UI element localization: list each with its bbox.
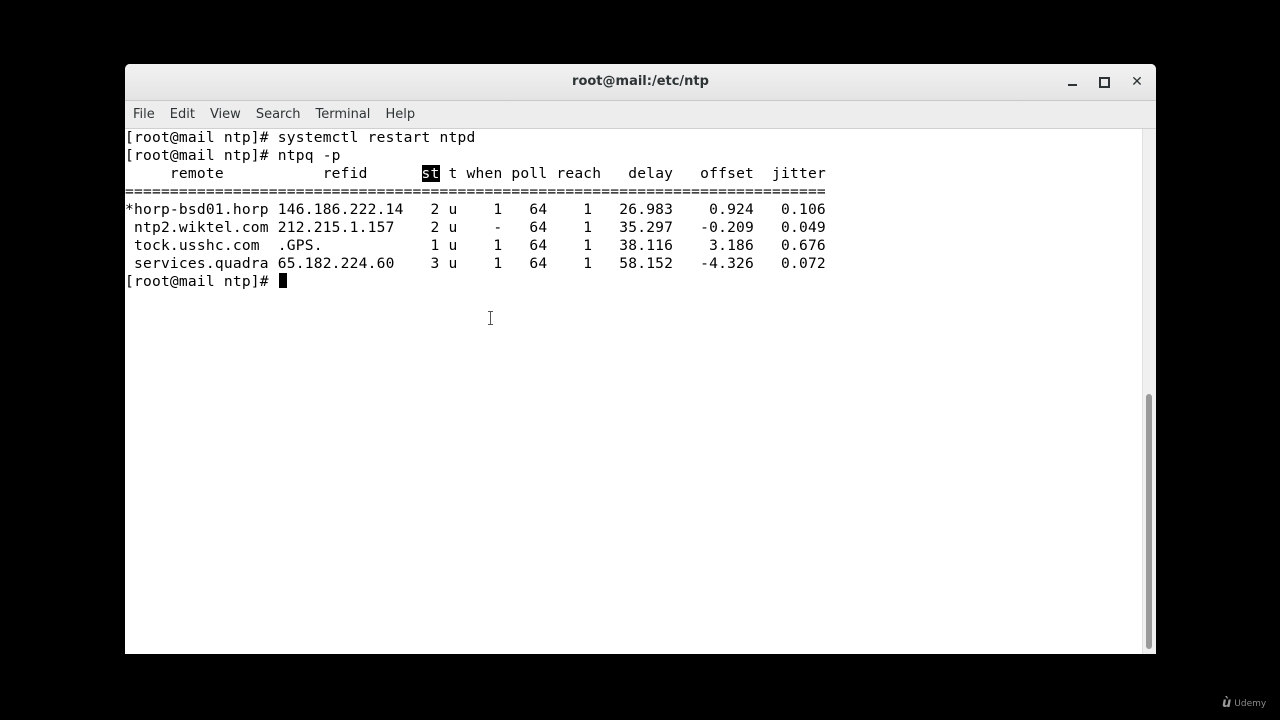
terminal-prompt-line: [root@mail ntp]# bbox=[125, 273, 1142, 291]
close-button[interactable]: ✕ bbox=[1126, 72, 1148, 92]
menu-help[interactable]: Help bbox=[377, 107, 422, 122]
header-text: t when poll reach delay offset jitter bbox=[439, 165, 826, 182]
header-text: remote refid bbox=[125, 165, 422, 182]
ibeam-pointer-icon bbox=[488, 311, 493, 325]
maximize-icon bbox=[1098, 76, 1110, 88]
menu-terminal[interactable]: Terminal bbox=[307, 107, 377, 122]
watermark: ù Udemy bbox=[1222, 696, 1266, 711]
terminal-output[interactable]: [root@mail ntp]# systemctl restart ntpd … bbox=[125, 129, 1142, 654]
menu-bar: File Edit View Search Terminal Help bbox=[125, 101, 1156, 129]
terminal-line: ntp2.wiktel.com 212.215.1.157 2 u - 64 1… bbox=[125, 219, 826, 236]
text-cursor bbox=[278, 273, 287, 288]
window-title: root@mail:/etc/ntp bbox=[572, 74, 709, 89]
terminal-line: tock.usshc.com .GPS. 1 u 1 64 1 38.116 3… bbox=[125, 237, 826, 254]
minimize-icon bbox=[1067, 84, 1077, 86]
terminal-window: root@mail:/etc/ntp ✕ File Edit View Sear… bbox=[125, 64, 1156, 654]
menu-view[interactable]: View bbox=[202, 107, 248, 122]
terminal-line: *horp-bsd01.horp 146.186.222.14 2 u 1 64… bbox=[125, 201, 826, 218]
terminal-line: [root@mail ntp]# systemctl restart ntpd bbox=[125, 129, 476, 146]
watermark-text: Udemy bbox=[1234, 698, 1267, 709]
terminal-line: [root@mail ntp]# ntpq -p bbox=[125, 147, 341, 164]
menu-search[interactable]: Search bbox=[248, 107, 308, 122]
minimize-button[interactable] bbox=[1061, 72, 1083, 92]
scrollbar-thumb[interactable] bbox=[1146, 394, 1152, 649]
maximize-button[interactable] bbox=[1093, 72, 1115, 92]
terminal-header-line: remote refid st t when poll reach delay … bbox=[125, 165, 1142, 183]
menu-edit[interactable]: Edit bbox=[162, 107, 202, 122]
menu-file[interactable]: File bbox=[125, 107, 162, 122]
terminal-line: services.quadra 65.182.224.60 3 u 1 64 1… bbox=[125, 255, 826, 272]
prompt-text: [root@mail ntp]# bbox=[125, 273, 278, 290]
close-icon: ✕ bbox=[1131, 74, 1143, 90]
selected-text: st bbox=[421, 165, 440, 182]
terminal-separator-line: ========================================… bbox=[125, 183, 826, 200]
title-bar[interactable]: root@mail:/etc/ntp ✕ bbox=[125, 64, 1156, 101]
udemy-logo-icon: ù bbox=[1222, 696, 1232, 711]
